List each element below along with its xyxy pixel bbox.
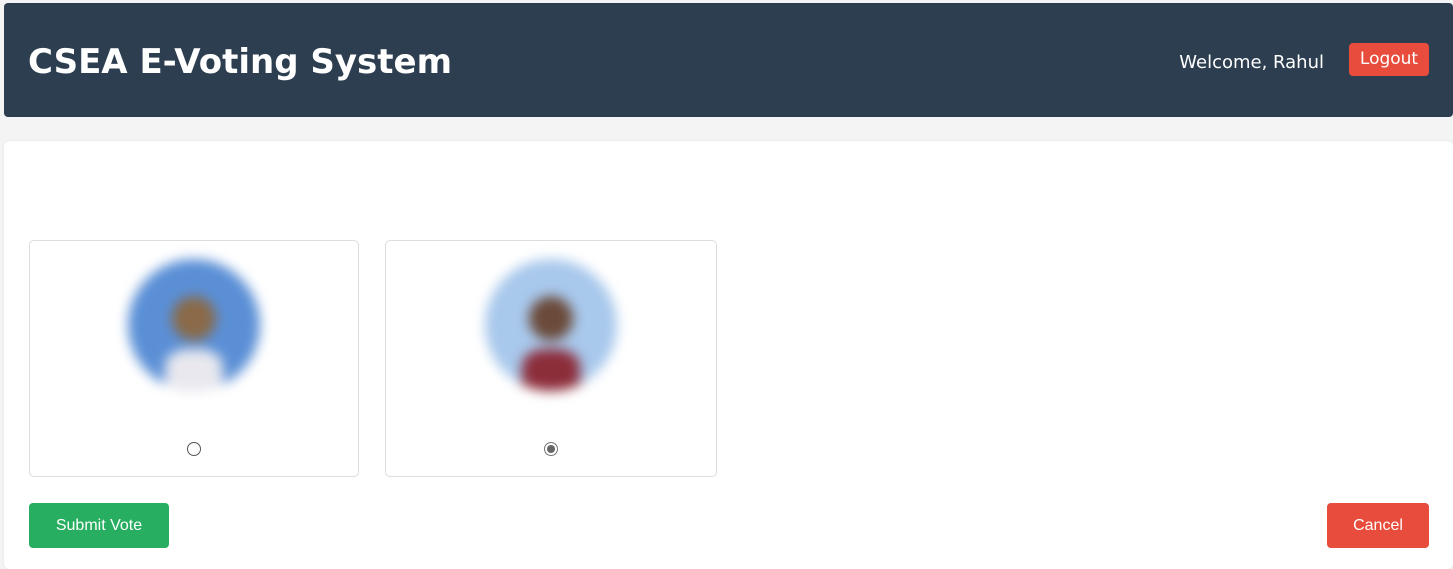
candidate-card[interactable]	[385, 240, 717, 477]
submit-vote-button[interactable]: Submit Vote	[29, 503, 169, 548]
ballot-card: Submit Vote Cancel	[4, 141, 1453, 569]
app-title: CSEA E-Voting System	[28, 42, 453, 82]
candidate-photo	[485, 259, 617, 391]
welcome-text: Welcome, Rahul	[1179, 52, 1324, 73]
candidate-photo	[128, 259, 260, 391]
app-header: CSEA E-Voting System Welcome, Rahul Logo…	[4, 3, 1453, 117]
candidate-radio[interactable]	[544, 442, 558, 456]
position-title	[22, 175, 182, 215]
cancel-button[interactable]: Cancel	[1327, 503, 1429, 548]
candidate-name	[386, 395, 716, 431]
candidate-radio[interactable]	[187, 442, 201, 456]
logout-button[interactable]: Logout	[1349, 43, 1429, 76]
candidate-card[interactable]	[29, 240, 359, 477]
candidate-name	[30, 395, 358, 431]
